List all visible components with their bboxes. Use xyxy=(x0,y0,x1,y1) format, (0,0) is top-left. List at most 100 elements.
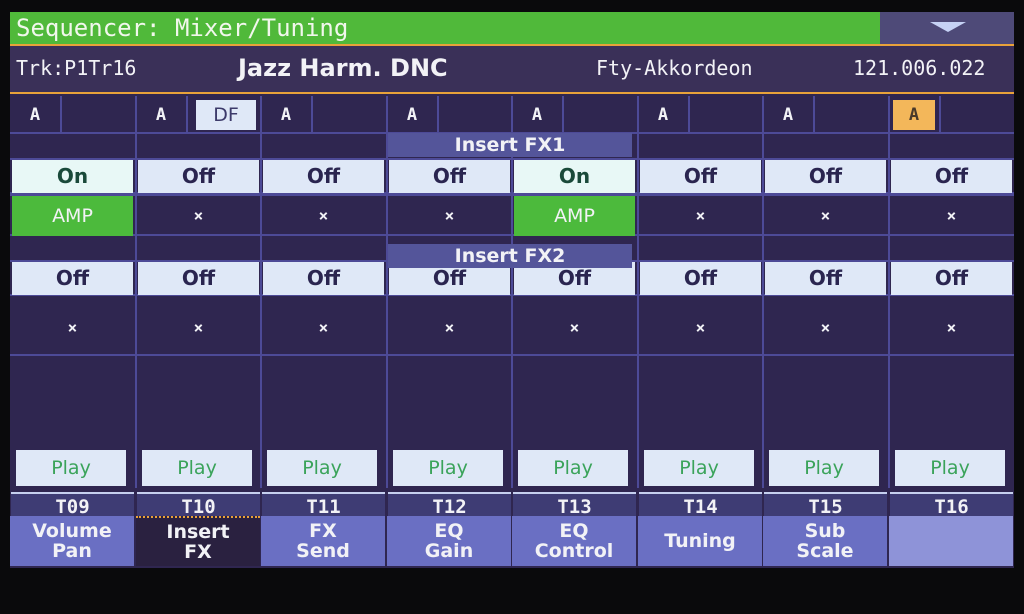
track-indicator: Trk:P1Tr16 xyxy=(16,56,137,80)
column-divider xyxy=(135,96,137,488)
insert-fx2-toggle[interactable]: Off xyxy=(263,262,384,295)
mixer-screen: Sequencer: Mixer/Tuning Trk:P1Tr16 Jazz … xyxy=(10,12,1014,568)
track-label: T10 xyxy=(137,492,260,518)
ab-select-button[interactable]: A xyxy=(265,100,307,130)
track-label: T13 xyxy=(513,492,636,518)
track-label: T16 xyxy=(890,492,1013,518)
column-divider xyxy=(888,96,890,488)
tab-volume-pan[interactable]: Volume Pan xyxy=(10,516,134,566)
insert-fx2-toggle[interactable]: Off xyxy=(891,262,1012,295)
page-menu-button[interactable] xyxy=(880,12,1014,44)
tab-label-line1: EQ xyxy=(434,520,464,542)
sound-name[interactable]: Fty-Akkordeon xyxy=(596,56,753,80)
ab-select-button[interactable]: A xyxy=(391,100,433,130)
insert-fx1-type[interactable]: × xyxy=(263,196,384,236)
insert-fx2-toggle[interactable]: Off xyxy=(765,262,886,295)
track-label: T09 xyxy=(11,492,134,518)
play-button[interactable]: Play xyxy=(393,450,503,486)
insert-fx2-type[interactable]: × xyxy=(263,308,384,348)
track-grid: A On AMP Off × Play T09 A DF Off × Off × Play T10 A Off ×… xyxy=(10,96,1014,518)
triangle-down-icon xyxy=(930,22,966,32)
tab-label-line1: EQ xyxy=(559,520,589,542)
insert-fx1-type[interactable]: × xyxy=(138,196,259,236)
track-column: A Off × Off × Play T14 xyxy=(638,96,763,518)
insert-fx1-type[interactable]: AMP xyxy=(514,196,635,236)
tab-label-line2: Scale xyxy=(796,540,854,562)
track-label: T15 xyxy=(764,492,887,518)
tab-sub-scale[interactable]: Sub Scale xyxy=(763,516,887,566)
track-column: A Off × Off × Play T16 xyxy=(889,96,1014,518)
insert-fx2-toggle[interactable]: Off xyxy=(138,262,259,295)
title-bar: Sequencer: Mixer/Tuning xyxy=(10,12,1014,44)
insert-fx1-toggle[interactable]: Off xyxy=(891,160,1012,193)
divider xyxy=(562,96,564,132)
ab-select-button[interactable]: A xyxy=(767,100,809,130)
insert-fx1-toggle[interactable]: Off xyxy=(389,160,510,193)
insert-fx2-toggle[interactable]: Off xyxy=(12,262,133,295)
insert-fx1-type[interactable]: × xyxy=(765,196,886,236)
insert-fx1-toggle[interactable]: Off xyxy=(138,160,259,193)
ab-select-button[interactable]: A xyxy=(140,100,182,130)
divider xyxy=(813,96,815,132)
insert-fx1-toggle[interactable]: Off xyxy=(765,160,886,193)
insert-fx2-toggle[interactable]: Off xyxy=(640,262,761,295)
column-divider xyxy=(762,96,764,488)
play-button[interactable]: Play xyxy=(644,450,754,486)
track-label: T11 xyxy=(262,492,385,518)
insert-fx2-type[interactable]: × xyxy=(640,308,761,348)
ab-select-button[interactable]: A xyxy=(642,100,684,130)
insert-fx2-type[interactable]: × xyxy=(765,308,886,348)
column-divider xyxy=(637,96,639,488)
tab-eq-gain[interactable]: EQ Gain xyxy=(387,516,511,566)
play-button[interactable]: Play xyxy=(142,450,252,486)
ab-select-button[interactable]: A xyxy=(893,100,935,130)
tab-label-line1: Volume xyxy=(32,520,112,542)
divider xyxy=(437,96,439,132)
insert-fx1-toggle[interactable]: On xyxy=(12,160,133,193)
tab-tuning[interactable]: Tuning xyxy=(638,516,762,566)
drum-family-button[interactable]: DF xyxy=(196,100,256,130)
ab-select-button[interactable]: A xyxy=(14,100,56,130)
tab-label-line1: Insert xyxy=(166,521,230,543)
insert-fx1-type[interactable]: × xyxy=(389,196,510,236)
divider xyxy=(186,96,188,132)
insert-fx2-type[interactable]: × xyxy=(138,308,259,348)
play-button[interactable]: Play xyxy=(267,450,377,486)
insert-fx2-type[interactable]: × xyxy=(389,308,510,348)
ab-select-button[interactable]: A xyxy=(516,100,558,130)
position-readout: 121.006.022 xyxy=(853,56,986,80)
tab-label-line1: Tuning xyxy=(664,530,736,552)
insert-fx2-type[interactable]: × xyxy=(891,308,1012,348)
info-bar: Trk:P1Tr16 Jazz Harm. DNC Fty-Akkordeon … xyxy=(10,46,1014,92)
tab-empty xyxy=(889,516,1013,566)
tab-fx-send[interactable]: FX Send xyxy=(261,516,385,566)
divider xyxy=(939,96,941,132)
track-column: A Off × Off × Play T11 xyxy=(261,96,386,518)
play-button[interactable]: Play xyxy=(16,450,126,486)
tab-label-line2: FX xyxy=(184,541,212,563)
play-button[interactable]: Play xyxy=(895,450,1005,486)
tab-eq-control[interactable]: EQ Control xyxy=(512,516,636,566)
tab-insert-fx[interactable]: Insert FX xyxy=(136,516,260,566)
tab-label-line1: FX xyxy=(309,520,337,542)
insert-fx2-type[interactable]: × xyxy=(514,308,635,348)
insert-fx1-toggle[interactable]: On xyxy=(514,160,635,193)
play-button[interactable]: Play xyxy=(769,450,879,486)
play-button[interactable]: Play xyxy=(518,450,628,486)
tab-label-line2: Send xyxy=(296,540,350,562)
tab-bar: Volume Pan Insert FX FX Send EQ Gain EQ Control Tu… xyxy=(10,516,1014,566)
column-divider xyxy=(260,96,262,488)
song-name[interactable]: Jazz Harm. DNC xyxy=(238,54,448,82)
insert-fx1-type[interactable]: × xyxy=(640,196,761,236)
insert-fx1-toggle[interactable]: Off xyxy=(263,160,384,193)
divider xyxy=(60,96,62,132)
insert-fx1-toggle[interactable]: Off xyxy=(640,160,761,193)
track-label: T12 xyxy=(388,492,511,518)
insert-fx1-type[interactable]: AMP xyxy=(12,196,133,236)
insert-fx1-type[interactable]: × xyxy=(891,196,1012,236)
track-column: A On AMP Off × Play T09 xyxy=(10,96,135,518)
tab-label-line2: Pan xyxy=(52,540,92,562)
page-title: Sequencer: Mixer/Tuning xyxy=(16,14,349,42)
insert-fx2-type[interactable]: × xyxy=(12,308,133,348)
track-column: A Off × Off × Play T15 xyxy=(763,96,888,518)
